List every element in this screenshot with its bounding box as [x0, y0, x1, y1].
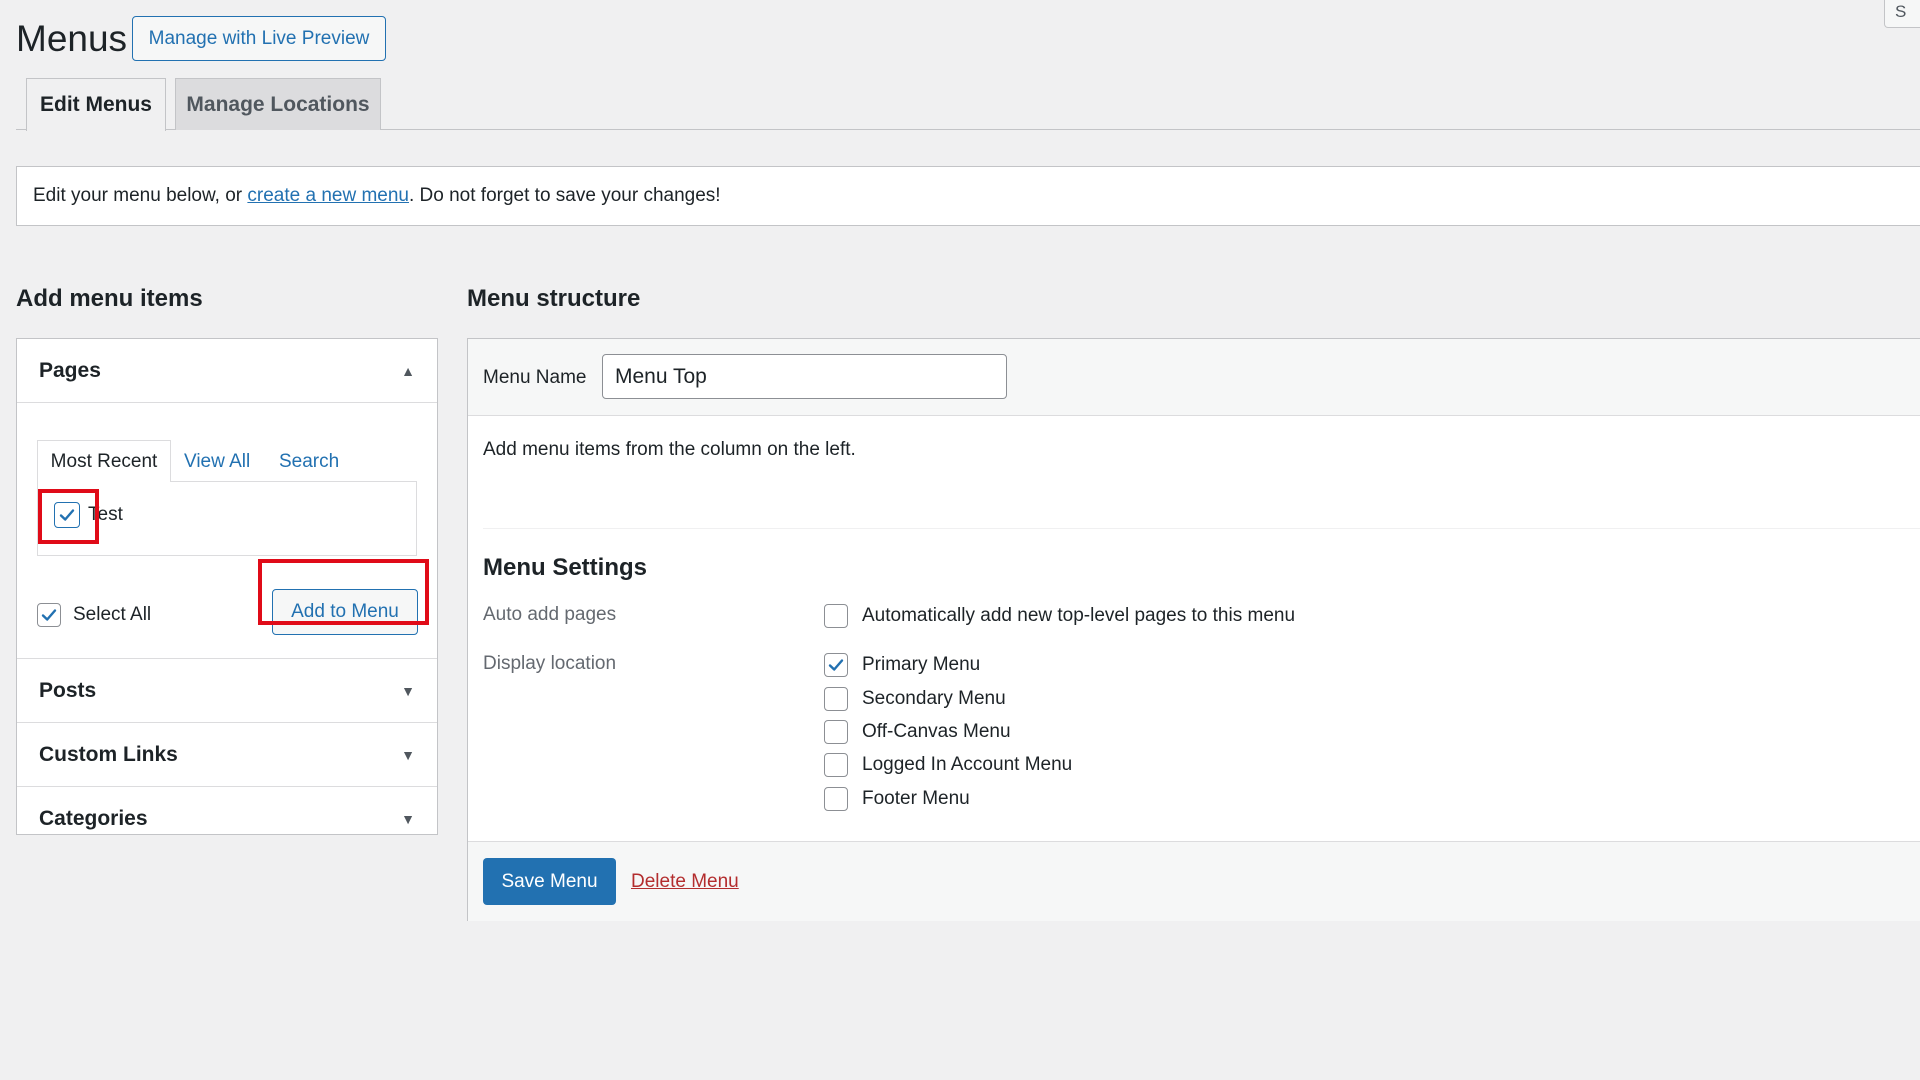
highlight-box-add-button [258, 559, 429, 625]
auto-add-option: Automatically add new top-level pages to… [824, 604, 1295, 628]
pages-accordion-header[interactable]: Pages ▲ [17, 339, 437, 403]
caret-down-icon: ▼ [401, 746, 415, 763]
location-off-canvas: Off-Canvas Menu [824, 720, 1011, 744]
subtab-most-recent[interactable]: Most Recent [37, 440, 171, 482]
save-menu-button[interactable]: Save Menu [483, 858, 616, 905]
auto-add-checkbox[interactable] [824, 604, 848, 628]
location-primary: Primary Menu [824, 653, 980, 677]
subtab-search[interactable]: Search [279, 451, 339, 473]
logged-in-account-menu-checkbox[interactable] [824, 753, 848, 777]
checkmark-icon [41, 609, 57, 621]
custom-links-title: Custom Links [39, 742, 178, 766]
custom-links-accordion-header[interactable]: Custom Links ▼ [17, 723, 437, 787]
notice-prefix: Edit your menu below, or [33, 185, 248, 206]
posts-accordion-header[interactable]: Posts ▼ [17, 659, 437, 723]
menu-name-bar: Menu Name [468, 339, 1920, 416]
primary-menu-checkbox[interactable] [824, 653, 848, 677]
caret-down-icon: ▼ [401, 682, 415, 699]
location-footer: Footer Menu [824, 787, 970, 811]
primary-menu-label: Primary Menu [862, 654, 981, 675]
pages-title: Pages [39, 358, 101, 382]
off-canvas-menu-checkbox[interactable] [824, 720, 848, 744]
create-new-menu-link[interactable]: create a new menu [247, 185, 409, 207]
footer-menu-label: Footer Menu [862, 788, 970, 809]
highlight-box-checkbox [38, 489, 99, 544]
checkmark-icon [828, 659, 844, 671]
tab-edit-menus[interactable]: Edit Menus [26, 78, 166, 131]
settings-divider [483, 528, 1920, 529]
menu-settings-heading: Menu Settings [483, 554, 648, 581]
categories-title: Categories [39, 807, 148, 830]
page-title: Menus [16, 18, 128, 59]
subtab-view-all[interactable]: View All [184, 451, 250, 473]
select-all-checkbox[interactable] [37, 603, 61, 627]
posts-title: Posts [39, 678, 97, 702]
caret-down-icon: ▼ [401, 811, 415, 827]
auto-add-pages-label: Auto add pages [483, 604, 617, 625]
menu-name-input[interactable] [602, 354, 1007, 399]
menu-structure-panel: Menu Name Add menu items from the column… [467, 338, 1920, 921]
display-location-label: Display location [483, 653, 617, 674]
tab-manage-locations[interactable]: Manage Locations [175, 78, 381, 130]
location-logged-in: Logged In Account Menu [824, 753, 1072, 777]
location-secondary: Secondary Menu [824, 687, 1006, 711]
notice-bar: Edit your menu below, or create a new me… [16, 166, 1920, 226]
select-all: Select All [37, 603, 151, 627]
delete-menu-link[interactable]: Delete Menu [631, 871, 739, 893]
menu-name-label: Menu Name [483, 367, 587, 388]
menu-structure-heading: Menu structure [467, 285, 641, 312]
categories-accordion-header[interactable]: Categories ▼ [17, 787, 437, 851]
secondary-menu-checkbox[interactable] [824, 687, 848, 711]
auto-add-option-label: Automatically add new top-level pages to… [862, 605, 1296, 626]
footer-menu-checkbox[interactable] [824, 787, 848, 811]
caret-up-icon: ▲ [401, 362, 415, 379]
select-all-label: Select All [73, 604, 152, 625]
menu-footer-bar: Save Menu Delete Menu [468, 841, 1920, 921]
add-menu-items-heading: Add menu items [16, 285, 203, 312]
menu-empty-hint: Add menu items from the column on the le… [483, 439, 856, 460]
manage-live-preview-button[interactable]: Manage with Live Preview [132, 16, 386, 61]
logged-in-account-menu-label: Logged In Account Menu [862, 754, 1073, 775]
screen-options-button[interactable]: S [1884, 0, 1920, 28]
notice-suffix: . Do not forget to save your changes! [408, 185, 721, 206]
off-canvas-menu-label: Off-Canvas Menu [862, 721, 1011, 742]
secondary-menu-label: Secondary Menu [862, 688, 1006, 709]
